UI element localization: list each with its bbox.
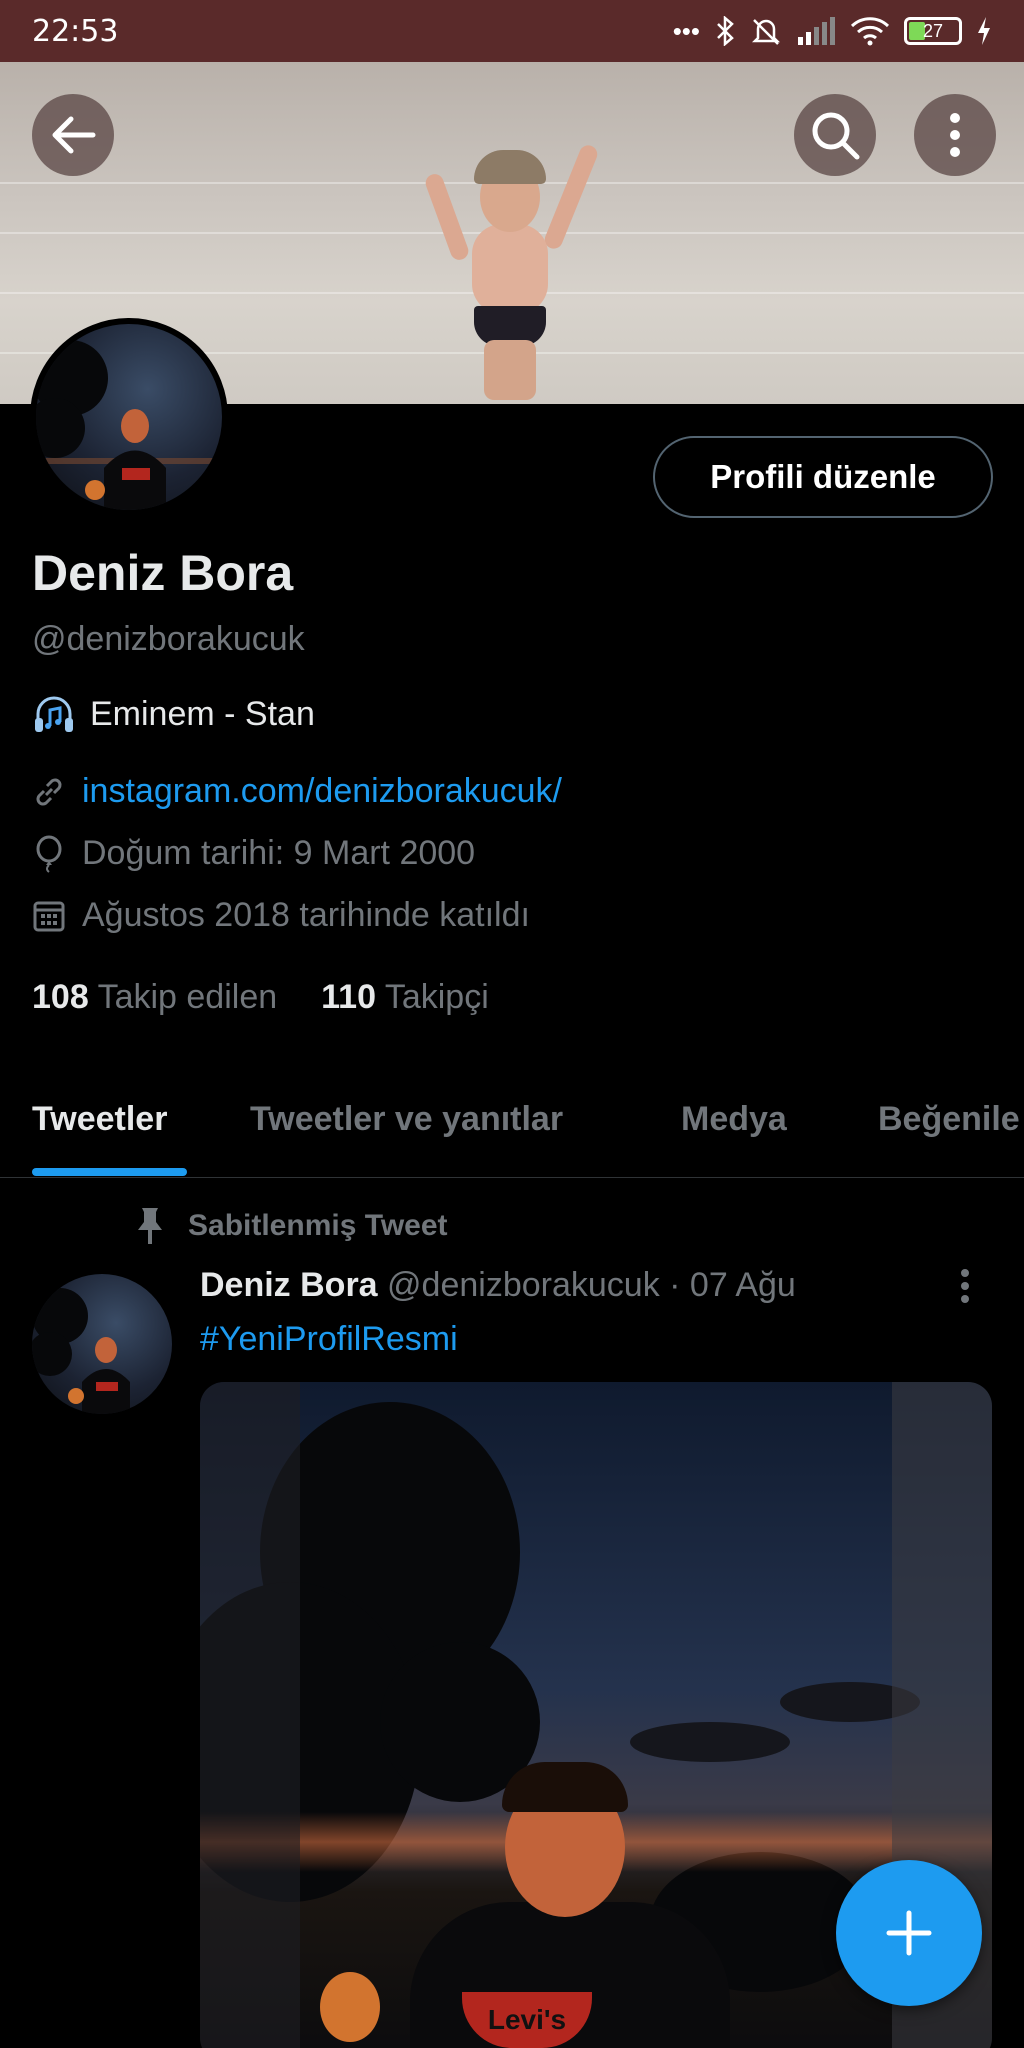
signal-icon [798,17,835,45]
tweet-handle-date: @denizborakucuk · 07 Ağu [387,1266,796,1304]
tweet-author-avatar[interactable] [32,1274,172,1414]
birthday-row: Doğum tarihi: 9 Mart 2000 [32,834,475,873]
tweet-header: Deniz Bora @denizborakucuk · 07 Ağu [200,1266,796,1305]
wifi-icon [850,17,890,46]
battery-icon: 27 [904,17,962,45]
status-bar: 22:53 ••• 27 [0,0,1024,62]
profile-tabs: Tweetler Tweetler ve yanıtlar Medya Beğe… [0,1082,1024,1178]
profile-link-row: instagram.com/denizborakucuk/ [32,772,562,811]
tab-media[interactable]: Medya [681,1100,787,1139]
link-icon [36,778,62,805]
profile-avatar[interactable] [30,318,228,516]
battery-level: 27 [922,20,944,41]
balloon-icon [36,835,62,873]
notification-dots-icon: ••• [672,15,700,46]
banner-photo-subject [423,102,600,402]
followers-count: 110 [321,978,376,1016]
profile-handle: @denizborakucuk [32,620,305,658]
bluetooth-icon [717,16,734,46]
bio-text: Eminem - Stan [90,694,315,733]
edit-profile-button[interactable]: Profili düzenle [653,436,993,518]
back-button[interactable] [32,94,114,176]
active-tab-indicator [32,1168,187,1176]
status-icons: ••• 27 [673,16,992,47]
profile-bio: Eminem - Stan [32,692,315,736]
followers-stat[interactable]: 110 Takipçi [321,978,489,1017]
tab-tweets-and-replies[interactable]: Tweetler ve yanıtlar [250,1100,563,1139]
calendar-icon [33,901,65,931]
more-options-button[interactable] [914,94,996,176]
search-icon [812,112,860,160]
charging-icon [978,17,990,45]
pinned-label-row: Sabitlenmiş Tweet [134,1206,448,1246]
tweet-author-name[interactable]: Deniz Bora [200,1266,378,1304]
tab-likes[interactable]: Beğenile [878,1100,1020,1139]
pin-icon [138,1208,162,1244]
profile-link[interactable]: instagram.com/denizborakucuk/ [82,772,562,811]
back-arrow-icon [52,116,96,154]
search-button[interactable] [794,94,876,176]
followers-label: Takipçi [384,978,489,1016]
pinned-label: Sabitlenmiş Tweet [188,1209,448,1242]
mute-bell-icon [751,19,781,45]
more-vertical-icon [950,113,960,157]
birthday-text: Doğum tarihi: 9 Mart 2000 [82,834,476,872]
following-label: Takip edilen [97,978,278,1016]
profile-name: Deniz Bora [32,545,294,601]
status-time: 22:53 [32,13,119,49]
tab-tweets[interactable]: Tweetler [32,1100,167,1139]
compose-tweet-button[interactable] [836,1860,982,2006]
tweet-more-button[interactable] [960,1268,970,1309]
more-vertical-icon [961,1269,969,1303]
tweet-hashtag[interactable]: #YeniProfilResmi [200,1320,458,1359]
music-headphones-icon [35,696,73,732]
joined-row: Ağustos 2018 tarihinde katıldı [32,896,530,935]
following-count: 108 [32,978,89,1016]
follow-stats: 108 Takip edilen 110 Takipçi [32,978,489,1017]
following-stat[interactable]: 108 Takip edilen [32,978,277,1017]
joined-text: Ağustos 2018 tarihinde katıldı [82,896,530,934]
plus-icon [886,1910,932,1956]
